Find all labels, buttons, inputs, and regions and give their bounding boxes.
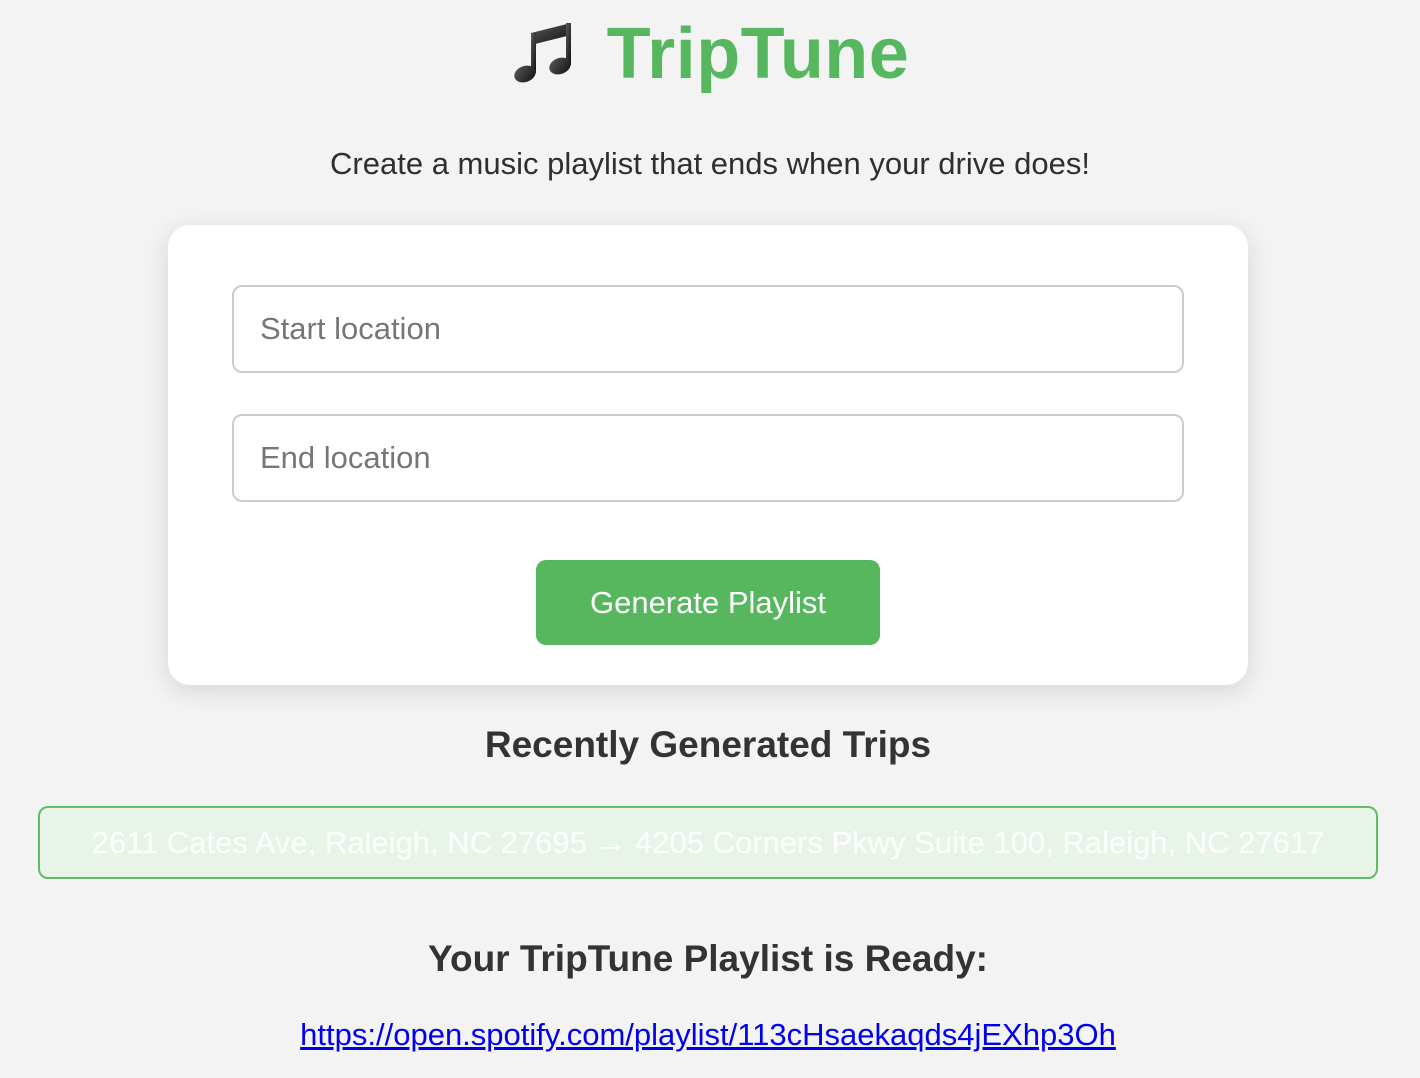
start-location-input[interactable] — [232, 285, 1184, 373]
trip-form-card: Generate Playlist — [168, 225, 1248, 685]
music-note-icon — [513, 23, 571, 83]
tagline: Create a music playlist that ends when y… — [330, 146, 1090, 181]
recent-trips-heading: Recently Generated Trips — [484, 724, 932, 765]
playlist-link-container: https://open.spotify.com/playlist/113cHs… — [0, 1017, 1416, 1053]
app-header: TripTune — [0, 8, 1420, 100]
page: TripTune Create a music playlist that en… — [0, 0, 1420, 1078]
playlist-ready-heading: Your TripTune Playlist is Ready: — [428, 938, 988, 979]
end-location-input[interactable] — [232, 414, 1184, 502]
app-title: TripTune — [606, 14, 910, 94]
playlist-link[interactable]: https://open.spotify.com/playlist/113cHs… — [300, 1017, 1116, 1052]
generate-playlist-button[interactable]: Generate Playlist — [536, 560, 880, 645]
recent-trip-item[interactable]: 2611 Cates Ave, Raleigh, NC 27695 → 4205… — [38, 806, 1378, 879]
